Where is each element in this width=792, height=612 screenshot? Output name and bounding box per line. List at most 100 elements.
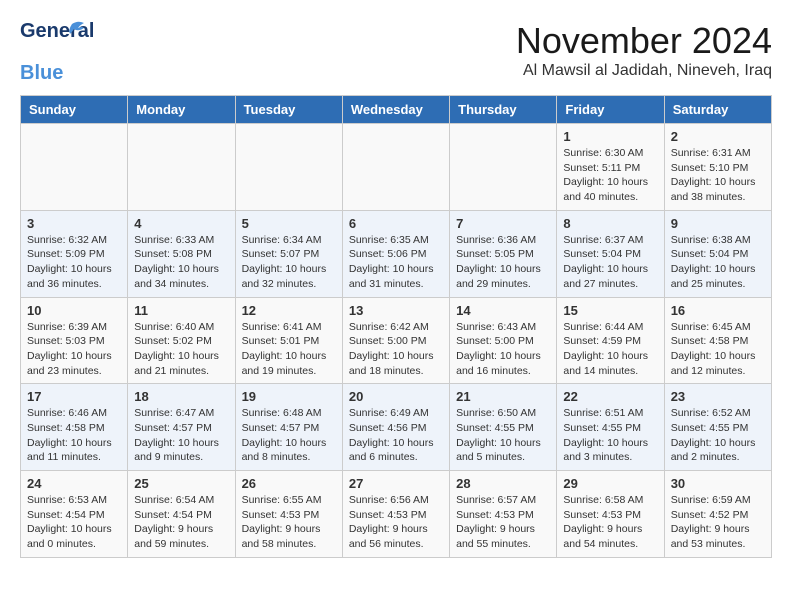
day-info: Sunrise: 6:41 AM Sunset: 5:01 PM Dayligh…	[242, 320, 336, 379]
day-number: 9	[671, 216, 765, 231]
day-info: Sunrise: 6:57 AM Sunset: 4:53 PM Dayligh…	[456, 493, 550, 552]
day-number: 10	[27, 303, 121, 318]
day-info: Sunrise: 6:51 AM Sunset: 4:55 PM Dayligh…	[563, 406, 657, 465]
day-cell: 20 Sunrise: 6:49 AM Sunset: 4:56 PM Dayli…	[342, 384, 449, 471]
day-info: Sunrise: 6:31 AM Sunset: 5:10 PM Dayligh…	[671, 146, 765, 205]
week-row-3: 10 Sunrise: 6:39 AM Sunset: 5:03 PM Dayli…	[21, 297, 772, 384]
day-info: Sunrise: 6:33 AM Sunset: 5:08 PM Dayligh…	[134, 233, 228, 292]
day-info: Sunrise: 6:49 AM Sunset: 4:56 PM Dayligh…	[349, 406, 443, 465]
day-cell	[342, 124, 449, 211]
day-number: 27	[349, 476, 443, 491]
day-number: 2	[671, 129, 765, 144]
page-header: General Blue November 2024 Al Mawsil al …	[20, 20, 772, 85]
day-info: Sunrise: 6:44 AM Sunset: 4:59 PM Dayligh…	[563, 320, 657, 379]
day-info: Sunrise: 6:32 AM Sunset: 5:09 PM Dayligh…	[27, 233, 121, 292]
day-number: 25	[134, 476, 228, 491]
day-number: 18	[134, 389, 228, 404]
day-number: 6	[349, 216, 443, 231]
logo-blue: Blue	[20, 62, 63, 85]
day-info: Sunrise: 6:47 AM Sunset: 4:57 PM Dayligh…	[134, 406, 228, 465]
day-info: Sunrise: 6:53 AM Sunset: 4:54 PM Dayligh…	[27, 493, 121, 552]
day-info: Sunrise: 6:59 AM Sunset: 4:52 PM Dayligh…	[671, 493, 765, 552]
header-row: SundayMondayTuesdayWednesdayThursdayFrid…	[21, 96, 772, 124]
day-cell: 4 Sunrise: 6:33 AM Sunset: 5:08 PM Daylig…	[128, 210, 235, 297]
day-info: Sunrise: 6:40 AM Sunset: 5:02 PM Dayligh…	[134, 320, 228, 379]
day-cell: 16 Sunrise: 6:45 AM Sunset: 4:58 PM Dayli…	[664, 297, 771, 384]
header-wednesday: Wednesday	[342, 96, 449, 124]
day-number: 30	[671, 476, 765, 491]
logo: General Blue	[20, 20, 68, 85]
day-cell: 13 Sunrise: 6:42 AM Sunset: 5:00 PM Dayli…	[342, 297, 449, 384]
week-row-2: 3 Sunrise: 6:32 AM Sunset: 5:09 PM Daylig…	[21, 210, 772, 297]
logo-bird-icon	[64, 18, 86, 40]
day-number: 22	[563, 389, 657, 404]
month-title: November 2024	[516, 20, 772, 62]
day-cell: 18 Sunrise: 6:47 AM Sunset: 4:57 PM Dayli…	[128, 384, 235, 471]
day-info: Sunrise: 6:58 AM Sunset: 4:53 PM Dayligh…	[563, 493, 657, 552]
day-number: 4	[134, 216, 228, 231]
day-info: Sunrise: 6:36 AM Sunset: 5:05 PM Dayligh…	[456, 233, 550, 292]
day-info: Sunrise: 6:42 AM Sunset: 5:00 PM Dayligh…	[349, 320, 443, 379]
day-number: 28	[456, 476, 550, 491]
week-row-1: 1 Sunrise: 6:30 AM Sunset: 5:11 PM Daylig…	[21, 124, 772, 211]
day-info: Sunrise: 6:45 AM Sunset: 4:58 PM Dayligh…	[671, 320, 765, 379]
day-cell: 26Sunrise: 6:55 AM Sunset: 4:53 PM Dayli…	[235, 471, 342, 558]
header-monday: Monday	[128, 96, 235, 124]
day-number: 7	[456, 216, 550, 231]
day-info: Sunrise: 6:54 AM Sunset: 4:54 PM Dayligh…	[134, 493, 228, 552]
day-info: Sunrise: 6:48 AM Sunset: 4:57 PM Dayligh…	[242, 406, 336, 465]
header-thursday: Thursday	[450, 96, 557, 124]
day-number: 13	[349, 303, 443, 318]
day-number: 12	[242, 303, 336, 318]
location-title: Al Mawsil al Jadidah, Nineveh, Iraq	[516, 62, 772, 80]
day-cell: 3 Sunrise: 6:32 AM Sunset: 5:09 PM Daylig…	[21, 210, 128, 297]
day-info: Sunrise: 6:39 AM Sunset: 5:03 PM Dayligh…	[27, 320, 121, 379]
day-info: Sunrise: 6:38 AM Sunset: 5:04 PM Dayligh…	[671, 233, 765, 292]
day-cell: 1 Sunrise: 6:30 AM Sunset: 5:11 PM Daylig…	[557, 124, 664, 211]
week-row-4: 17 Sunrise: 6:46 AM Sunset: 4:58 PM Dayli…	[21, 384, 772, 471]
day-info: Sunrise: 6:34 AM Sunset: 5:07 PM Dayligh…	[242, 233, 336, 292]
day-cell: 14 Sunrise: 6:43 AM Sunset: 5:00 PM Dayli…	[450, 297, 557, 384]
day-number: 3	[27, 216, 121, 231]
day-number: 24	[27, 476, 121, 491]
day-cell: 15Sunrise: 6:44 AM Sunset: 4:59 PM Dayli…	[557, 297, 664, 384]
day-number: 29	[563, 476, 657, 491]
calendar-table: SundayMondayTuesdayWednesdayThursdayFrid…	[20, 95, 772, 558]
day-cell: 9 Sunrise: 6:38 AM Sunset: 5:04 PM Daylig…	[664, 210, 771, 297]
day-number: 21	[456, 389, 550, 404]
day-cell	[235, 124, 342, 211]
day-number: 1	[563, 129, 657, 144]
day-cell: 11 Sunrise: 6:40 AM Sunset: 5:02 PM Dayli…	[128, 297, 235, 384]
title-block: November 2024 Al Mawsil al Jadidah, Nine…	[516, 20, 772, 80]
day-cell: 30 Sunrise: 6:59 AM Sunset: 4:52 PM Dayli…	[664, 471, 771, 558]
day-cell: 5 Sunrise: 6:34 AM Sunset: 5:07 PM Daylig…	[235, 210, 342, 297]
day-info: Sunrise: 6:30 AM Sunset: 5:11 PM Dayligh…	[563, 146, 657, 205]
day-cell: 17 Sunrise: 6:46 AM Sunset: 4:58 PM Dayli…	[21, 384, 128, 471]
day-number: 17	[27, 389, 121, 404]
day-cell: 24 Sunrise: 6:53 AM Sunset: 4:54 PM Dayli…	[21, 471, 128, 558]
day-number: 8	[563, 216, 657, 231]
day-info: Sunrise: 6:52 AM Sunset: 4:55 PM Dayligh…	[671, 406, 765, 465]
day-number: 23	[671, 389, 765, 404]
header-sunday: Sunday	[21, 96, 128, 124]
day-number: 20	[349, 389, 443, 404]
header-tuesday: Tuesday	[235, 96, 342, 124]
week-row-5: 24 Sunrise: 6:53 AM Sunset: 4:54 PM Dayli…	[21, 471, 772, 558]
day-info: Sunrise: 6:35 AM Sunset: 5:06 PM Dayligh…	[349, 233, 443, 292]
day-number: 14	[456, 303, 550, 318]
day-cell: 10 Sunrise: 6:39 AM Sunset: 5:03 PM Dayli…	[21, 297, 128, 384]
day-number: 5	[242, 216, 336, 231]
day-info: Sunrise: 6:46 AM Sunset: 4:58 PM Dayligh…	[27, 406, 121, 465]
day-cell: 27 Sunrise: 6:56 AM Sunset: 4:53 PM Dayli…	[342, 471, 449, 558]
day-number: 26	[242, 476, 336, 491]
day-info: Sunrise: 6:56 AM Sunset: 4:53 PM Dayligh…	[349, 493, 443, 552]
day-cell: 12 Sunrise: 6:41 AM Sunset: 5:01 PM Dayli…	[235, 297, 342, 384]
day-info: Sunrise: 6:43 AM Sunset: 5:00 PM Dayligh…	[456, 320, 550, 379]
day-cell: 21 Sunrise: 6:50 AM Sunset: 4:55 PM Dayli…	[450, 384, 557, 471]
day-number: 11	[134, 303, 228, 318]
header-saturday: Saturday	[664, 96, 771, 124]
day-number: 16	[671, 303, 765, 318]
day-info: Sunrise: 6:50 AM Sunset: 4:55 PM Dayligh…	[456, 406, 550, 465]
day-cell	[21, 124, 128, 211]
day-cell: 2 Sunrise: 6:31 AM Sunset: 5:10 PM Daylig…	[664, 124, 771, 211]
